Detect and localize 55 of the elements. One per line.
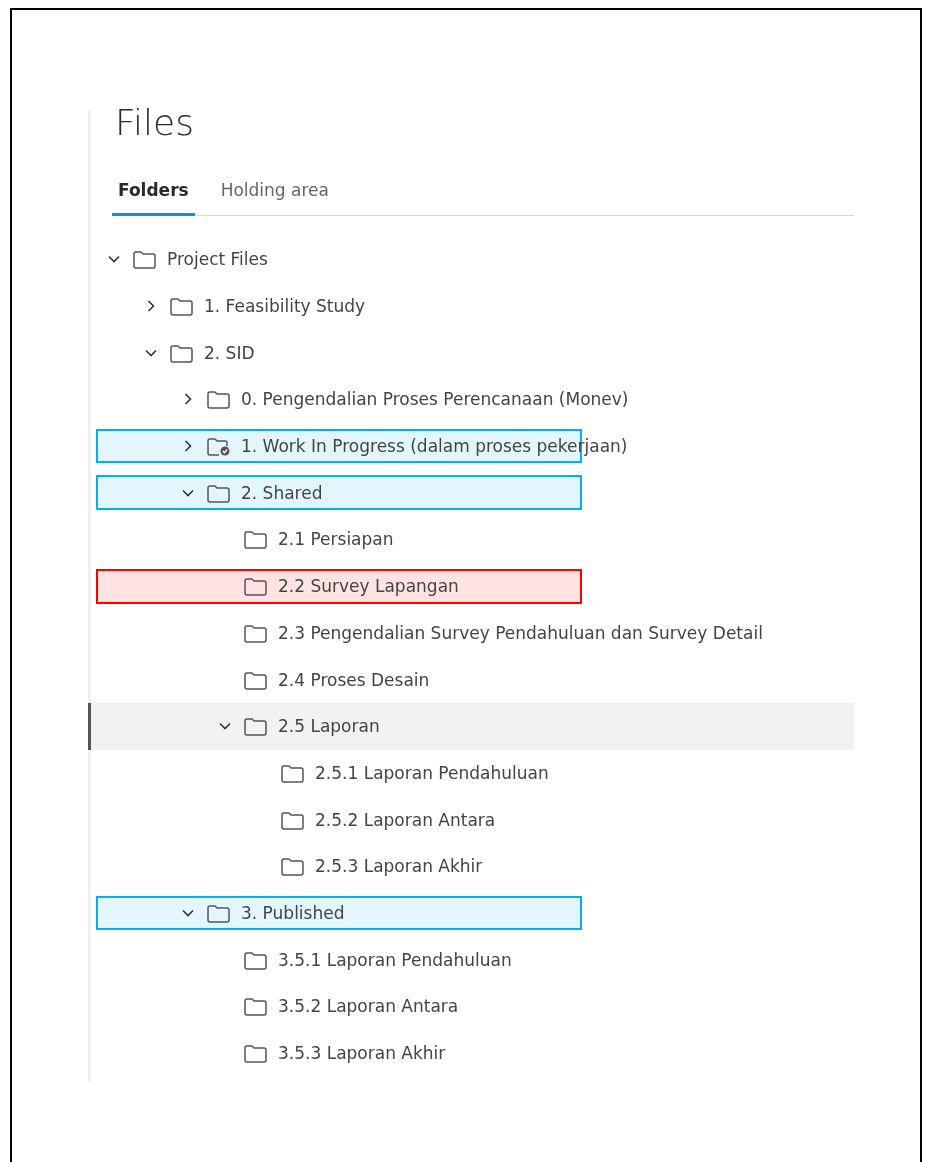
tree-row[interactable]: 3.5.1 Laporan Pendahuluan [88, 936, 854, 983]
folder-check-icon [206, 436, 231, 457]
tree-row[interactable]: 0. Pengendalian Proses Perencanaan (Monev) [88, 376, 854, 423]
folder-icon [169, 296, 194, 317]
folder-icon [243, 576, 268, 597]
folder-name[interactable]: 2.2 Survey Lapangan [278, 576, 459, 597]
tree-row[interactable]: 2. SID [88, 329, 854, 377]
tree-row[interactable]: 2.1 Persiapan [88, 516, 854, 563]
tree-row[interactable]: 1. Feasibility Study [88, 282, 854, 330]
folder-name[interactable]: 2. SID [204, 342, 255, 363]
folder-name[interactable]: 2.5 Laporan [278, 716, 380, 737]
folder-icon [280, 762, 305, 783]
folder-name[interactable]: Project Files [167, 249, 268, 270]
folder-icon [243, 529, 268, 550]
folder-name[interactable]: 2.1 Persiapan [278, 529, 394, 550]
folder-icon [280, 856, 305, 877]
folder-icon [243, 622, 268, 643]
tree-row[interactable]: 2.5.3 Laporan Akhir [88, 842, 854, 890]
folder-icon [243, 1043, 268, 1064]
folder-name[interactable]: 3.5.3 Laporan Akhir [278, 1043, 446, 1064]
folder-icon [243, 669, 268, 690]
folder-name[interactable]: 3.5.1 Laporan Pendahuluan [278, 949, 512, 970]
tree-row[interactable]: 2. Shared [88, 469, 854, 517]
folder-icon [243, 949, 268, 970]
tree-row[interactable]: 3.5.2 Laporan Antara [88, 983, 854, 1030]
folder-name[interactable]: 2. Shared [241, 482, 323, 503]
folder-icon [206, 389, 231, 410]
tree-row[interactable]: Project Files [88, 236, 854, 283]
tree-row[interactable]: 2.3 Pengendalian Survey Pendahuluan dan Survey Detail [88, 609, 854, 657]
tab[interactable]: Folders [112, 180, 195, 216]
folder-name[interactable]: 2.5.3 Laporan Akhir [315, 856, 483, 877]
folder-icon [243, 716, 268, 737]
folder-icon [169, 342, 194, 363]
folder-name[interactable]: 2.3 Pengendalian Survey Pendahuluan dan Survey Detail [278, 622, 763, 643]
folder-icon [206, 902, 231, 923]
tree-row[interactable]: 3. Published [88, 889, 854, 937]
folder-icon [280, 809, 305, 830]
folder-icon [243, 996, 268, 1017]
folder-name[interactable]: 2.4 Proses Desain [278, 669, 430, 690]
tree-row[interactable]: 2.2 Survey Lapangan [88, 562, 854, 610]
folder-icon [206, 482, 231, 503]
folder-name[interactable]: 2.5.1 Laporan Pendahuluan [315, 762, 549, 783]
folder-icon [132, 249, 157, 270]
tree-row[interactable]: 2.5.1 Laporan Pendahuluan [88, 749, 854, 797]
folder-name[interactable]: 3. Published [241, 902, 345, 923]
folder-name[interactable]: 1. Feasibility Study [204, 296, 366, 317]
tree-row[interactable]: 2.5 Laporan [88, 702, 854, 750]
folder-name[interactable]: 0. Pengendalian Proses Perencanaan (Monev) [241, 389, 629, 410]
tree-row[interactable]: 2.5.2 Laporan Antara [88, 796, 854, 843]
folder-name[interactable]: 3.5.2 Laporan Antara [278, 996, 459, 1017]
tab[interactable]: Holding area [214, 180, 335, 216]
tree-row[interactable]: 3.5.3 Laporan Akhir [88, 1029, 854, 1077]
page-title: Files [115, 110, 194, 136]
folder-name[interactable]: 2.5.2 Laporan Antara [315, 809, 496, 830]
tree-row[interactable]: 2.4 Proses Desain [88, 656, 854, 703]
